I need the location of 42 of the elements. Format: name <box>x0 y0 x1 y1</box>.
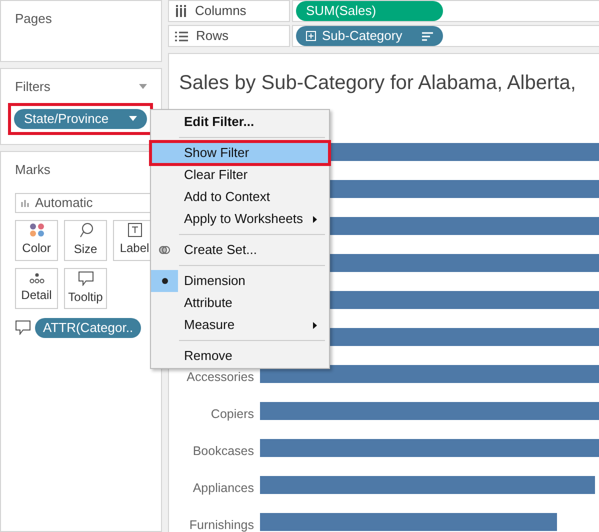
category-label: Bookcases <box>192 444 255 456</box>
sort-icon <box>422 32 433 40</box>
shelf-label: Rows <box>168 25 290 47</box>
speech-bubble-icon <box>15 320 31 335</box>
mark-card[interactable]: Color <box>15 220 58 260</box>
columns-icon <box>175 5 187 17</box>
panel-title: Filters <box>15 78 50 96</box>
mark-card[interactable]: Size <box>64 220 107 260</box>
submenu-arrow-icon <box>313 216 317 222</box>
category-label: Furnishings <box>188 518 255 530</box>
menu-item[interactable]: Edit Filter... <box>151 111 329 133</box>
menu-item[interactable]: Clear Filter <box>151 164 329 186</box>
dropdown-caret-icon <box>139 84 147 90</box>
overlapping-circles-icon <box>159 245 170 255</box>
text-label-icon <box>128 223 142 237</box>
category-label: Copiers <box>210 408 255 420</box>
mark-card[interactable]: Detail <box>15 268 58 308</box>
mark-card[interactable]: Tooltip <box>64 268 107 308</box>
menu-item[interactable]: Remove <box>151 345 329 367</box>
color-dots-icon <box>28 223 44 237</box>
panel-title: Marks <box>15 162 50 177</box>
shelf-label: Columns <box>168 0 290 22</box>
rows-icon <box>175 30 188 42</box>
filter-pill[interactable]: State/Province <box>14 108 147 128</box>
speech-bubble-icon <box>78 270 94 286</box>
submenu-arrow-icon <box>313 322 317 328</box>
menu-item[interactable]: Attribute <box>151 292 329 314</box>
plus-square-icon <box>306 31 316 41</box>
panel-title: Pages <box>15 11 52 26</box>
menu-item[interactable]: Show Filter <box>151 142 329 164</box>
chart-title: Sales by Sub-Category for Alabama, Alberta, <box>179 71 577 96</box>
dropdown-caret-icon <box>129 116 137 121</box>
shelf-pill[interactable]: Sub-Category <box>296 26 443 46</box>
bullet-icon <box>162 278 168 284</box>
detail-dots-icon <box>28 272 44 284</box>
menu-item[interactable]: Measure <box>151 314 329 336</box>
menu-item[interactable]: Dimension <box>151 270 329 292</box>
field-pill[interactable]: ATTR(Categor.. <box>35 318 142 338</box>
category-label: Accessories <box>186 370 255 382</box>
bar-chart-icon <box>21 198 30 206</box>
category-label: Appliances <box>192 482 255 494</box>
size-shape-icon <box>78 222 94 238</box>
